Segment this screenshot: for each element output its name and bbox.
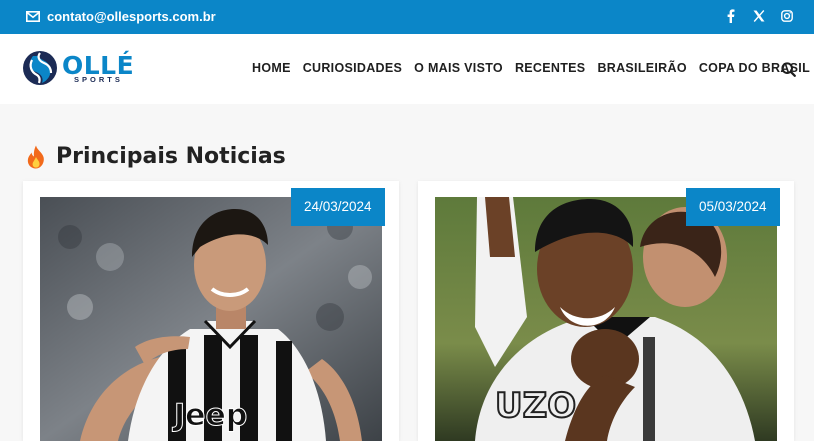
nav-item-home[interactable]: HOME — [252, 61, 291, 75]
news-card[interactable]: UZO 05/03/2024 — [418, 181, 794, 441]
logo-ball-icon — [23, 51, 57, 85]
news-date-badge: 24/03/2024 — [291, 188, 385, 226]
main-header: OLLÉ SPORTS HOME CURIOSIDADES O MAIS VIS… — [0, 34, 814, 104]
contact-email[interactable]: contato@ollesports.com.br — [26, 9, 216, 24]
logo-brand-text: OLLÉ — [62, 50, 135, 80]
nav-item-curiosidades[interactable]: CURIOSIDADES — [303, 61, 402, 75]
instagram-icon[interactable] — [780, 8, 794, 24]
nav-item-brasileirao[interactable]: BRASILEIRÃO — [597, 61, 686, 75]
main-nav: HOME CURIOSIDADES O MAIS VISTO RECENTES … — [252, 61, 810, 75]
section-title: Principais Noticias — [56, 144, 286, 169]
facebook-icon[interactable] — [724, 8, 738, 24]
news-image-footballer-juventus[interactable]: Jeep — [40, 197, 382, 441]
search-button[interactable] — [781, 62, 796, 82]
svg-text:UZO: UZO — [495, 386, 576, 426]
svg-text:Jeep: Jeep — [172, 398, 247, 433]
x-twitter-icon[interactable] — [752, 8, 766, 24]
fire-icon — [27, 145, 44, 168]
contact-email-text: contato@ollesports.com.br — [47, 9, 216, 24]
section-heading: Principais Noticias — [26, 144, 286, 169]
nav-item-o-mais-visto[interactable]: O MAIS VISTO — [414, 61, 503, 75]
news-card[interactable]: Jeep 24/03/2024 — [23, 181, 399, 441]
search-icon — [781, 62, 796, 77]
news-date-badge: 05/03/2024 — [686, 188, 780, 226]
mail-icon — [26, 11, 40, 22]
social-links — [724, 8, 794, 24]
nav-item-recentes[interactable]: RECENTES — [515, 61, 585, 75]
site-logo[interactable]: OLLÉ SPORTS — [22, 50, 134, 86]
top-bar: contato@ollesports.com.br — [0, 0, 814, 34]
news-image-footballer-celebrating[interactable]: UZO — [435, 197, 777, 441]
